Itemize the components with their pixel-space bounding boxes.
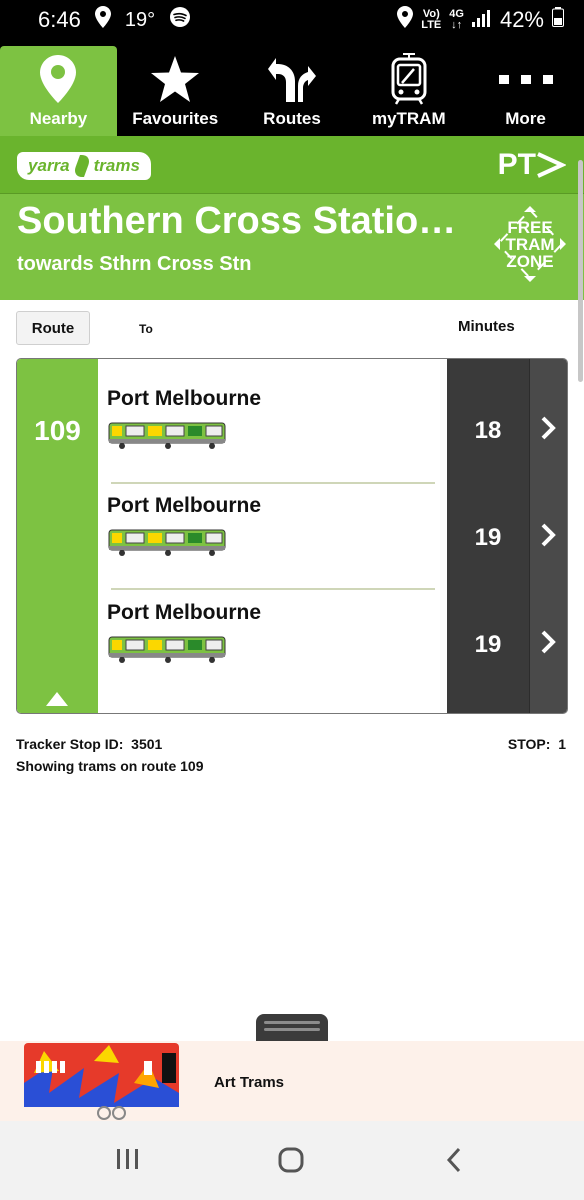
to-column-header: To	[139, 322, 153, 336]
pt-arrow-icon	[537, 152, 566, 178]
pt-logo: PT	[498, 148, 566, 182]
chevron-right-icon[interactable]	[540, 630, 556, 659]
banner-label: Art Trams	[214, 1074, 285, 1091]
tram-icon	[108, 527, 226, 562]
tab-label: myTRAM	[371, 109, 446, 128]
chevron-right-icon[interactable]	[540, 416, 556, 445]
tab-label: Routes	[263, 109, 321, 128]
volte-bottom: LTE	[421, 19, 442, 31]
tab-label: Favourites	[132, 109, 219, 128]
tram-phone-icon	[391, 53, 427, 105]
battery-percent: 42%	[499, 7, 544, 32]
star-icon	[151, 53, 200, 105]
departure-row[interactable]: Port Melbourne 19	[98, 573, 567, 679]
status-bar: 6:46 19° Vo) LTE 4G ↓↑ 42%	[0, 0, 584, 40]
minutes-column-header: Minutes	[458, 318, 515, 335]
departures-card: 109 Port Melbourne 18 Port Melbourne 19	[16, 358, 568, 714]
free-zone-line-3: ZONE	[506, 252, 553, 271]
clock: 6:46	[38, 7, 81, 32]
split-arrows-icon	[267, 53, 316, 105]
route-number: 109	[34, 415, 81, 446]
location-pin-icon	[40, 53, 77, 105]
tab-mytram[interactable]: myTRAM	[350, 40, 467, 136]
temperature: 19°	[124, 8, 156, 31]
tab-favourites[interactable]: Favourites	[117, 40, 234, 136]
location-icon-right	[397, 6, 414, 34]
art-tram-image	[24, 1043, 184, 1126]
location-icon	[94, 6, 111, 34]
tram-icon	[108, 420, 226, 455]
spotify-icon	[169, 6, 191, 34]
volte-indicator: Vo) LTE	[421, 9, 441, 31]
minutes-value: 19	[474, 524, 502, 551]
tab-more[interactable]: More	[467, 40, 584, 136]
departure-row[interactable]: Port Melbourne 19	[98, 466, 567, 572]
drawer-handle[interactable]	[256, 1014, 328, 1042]
showing-route-text: Showing trams on route 109	[16, 758, 204, 774]
data-bottom: ↓↑	[451, 19, 463, 31]
home-icon[interactable]	[278, 1147, 304, 1178]
battery-icon	[552, 7, 564, 33]
tab-label: Nearby	[29, 109, 88, 128]
yarra-trams-logo: yarra trams	[17, 152, 151, 180]
logo-trams-text: trams	[93, 156, 140, 175]
art-trams-banner[interactable]: Art Trams	[0, 1041, 584, 1121]
route-column: 109	[17, 359, 98, 713]
tracker-label: Tracker Stop ID:	[16, 736, 124, 752]
stop-label: STOP:	[507, 736, 551, 752]
tram-icon	[108, 634, 226, 669]
departure-row[interactable]: Port Melbourne 18	[98, 359, 567, 465]
destination: Port Melbourne	[107, 601, 262, 624]
stop-title: Southern Cross Statio…	[17, 200, 457, 242]
free-tram-zone-badge: FREE TRAM ZONE	[492, 204, 568, 284]
brand-bar: yarra trams PT	[0, 136, 584, 194]
tab-bar: Nearby Favourites Routes myTRAM More	[0, 40, 584, 136]
signal-icon	[471, 7, 492, 33]
destination: Port Melbourne	[107, 494, 262, 517]
stop-value: 1	[558, 736, 566, 752]
logo-yarra-text: yarra	[28, 156, 70, 175]
system-nav-bar	[0, 1121, 584, 1200]
recent-apps-icon[interactable]	[116, 1147, 140, 1176]
stop-direction: towards Sthrn Cross Stn	[17, 253, 252, 275]
stop-header: Southern Cross Statio… towards Sthrn Cro…	[0, 194, 584, 300]
leaf-icon	[71, 155, 92, 177]
handle-line	[264, 1021, 320, 1024]
app-screen: 6:46 19° Vo) LTE 4G ↓↑ 42% Nearby Favour…	[0, 0, 584, 1200]
page-scrollbar[interactable]	[578, 160, 583, 382]
tracker-stop-id: Tracker Stop ID: 3501	[16, 736, 162, 752]
tracker-id: 3501	[131, 736, 163, 752]
data-indicator: 4G ↓↑	[449, 9, 464, 31]
destination: Port Melbourne	[107, 387, 262, 410]
back-icon[interactable]	[446, 1147, 462, 1178]
tab-routes[interactable]: Routes	[234, 40, 351, 136]
minutes-value: 18	[474, 417, 502, 444]
handle-line	[264, 1028, 320, 1031]
stop-number: STOP: 1	[508, 736, 566, 752]
pt-logo-text: PT	[497, 148, 536, 181]
tab-nearby[interactable]: Nearby	[0, 46, 117, 136]
route-sort-button[interactable]: Route	[16, 311, 90, 345]
minutes-value: 19	[474, 631, 502, 658]
tab-label: More	[505, 109, 546, 128]
more-dots-icon	[498, 53, 553, 105]
scroll-up-icon[interactable]	[46, 692, 68, 706]
chevron-right-icon[interactable]	[540, 523, 556, 552]
